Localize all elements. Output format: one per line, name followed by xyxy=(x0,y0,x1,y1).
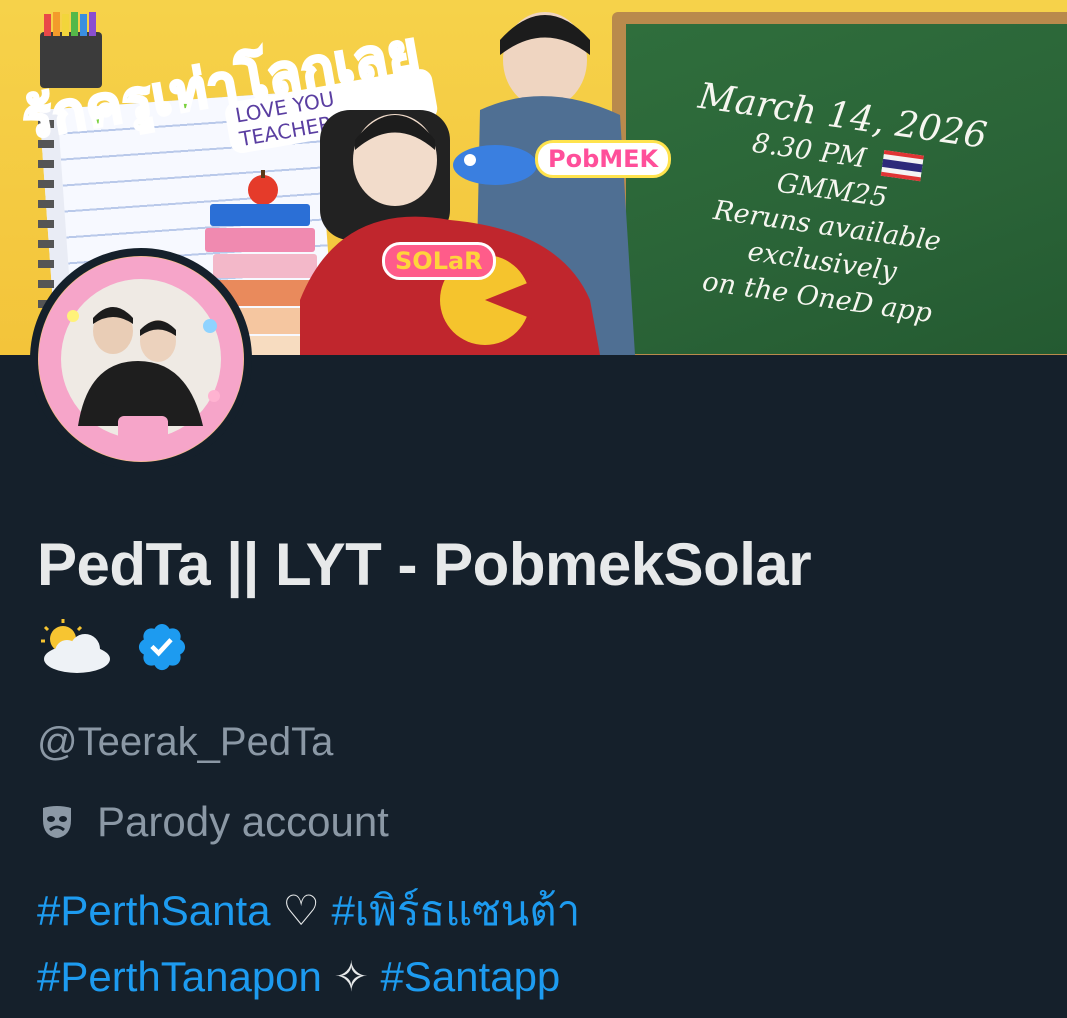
profile-bio: #PerthSanta ♡ #เพิร์ธแซนต้า #PerthTanapo… xyxy=(37,878,580,1010)
bio-line-1: #PerthSanta ♡ #เพิร์ธแซนต้า xyxy=(37,878,580,944)
display-name: PedTa || LYT - PobmekSolar xyxy=(37,531,812,598)
solar-sticker: SOLaR xyxy=(382,242,496,280)
parody-label: Parody account xyxy=(37,798,389,846)
profile-avatar[interactable] xyxy=(30,248,252,470)
pobmek-sticker: PobMEK xyxy=(535,140,672,178)
avatar-photo xyxy=(61,279,221,442)
hashtag-link[interactable]: #เพิร์ธแซนต้า xyxy=(332,887,581,934)
name-badges xyxy=(37,615,189,679)
theater-mask-icon xyxy=(43,806,71,838)
thailand-flag-icon xyxy=(880,149,924,181)
sun-behind-cloud-icon xyxy=(41,619,110,673)
hashtag-link[interactable]: #Santapp xyxy=(380,953,560,1000)
parody-account-text: Parody account xyxy=(97,798,389,845)
verified-badge-icon[interactable] xyxy=(135,620,189,674)
hashtag-link[interactable]: #PerthTanapon xyxy=(37,953,322,1000)
bio-line-2: #PerthTanapon ✧ #Santapp xyxy=(37,944,580,1010)
sparkle-symbol: ✧ xyxy=(333,953,369,1000)
username-handle: @Teerak_PedTa xyxy=(37,720,334,764)
avatar-image xyxy=(38,256,244,462)
hashtag-link[interactable]: #PerthSanta xyxy=(37,887,271,934)
heart-symbol: ♡ xyxy=(282,887,320,934)
